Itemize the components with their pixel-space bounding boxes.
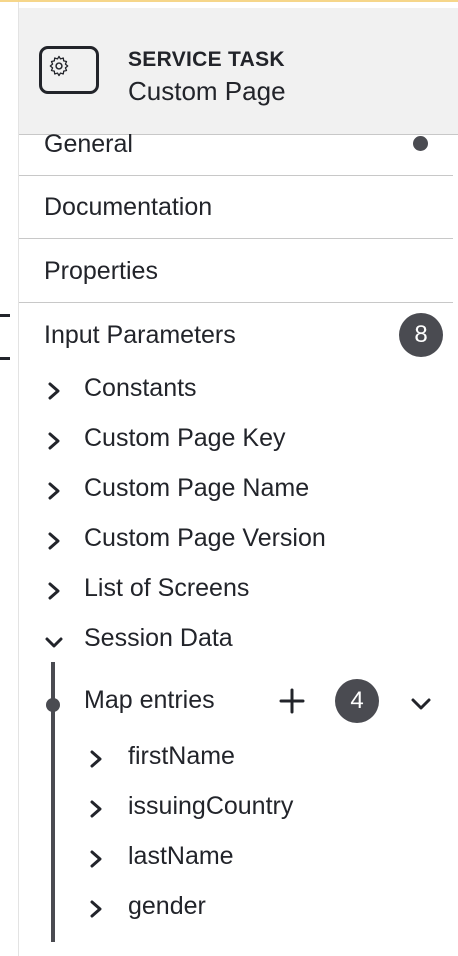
properties-panel: SERVICE TASK Custom Page General Documen…: [18, 2, 458, 956]
map-entry-gender[interactable]: gender: [86, 888, 446, 928]
map-entry-firstname[interactable]: firstName: [86, 738, 446, 778]
chevron-right-icon: [90, 850, 102, 868]
chevron-right-icon: [48, 532, 60, 550]
group-properties-label: Properties: [44, 257, 158, 285]
param-item-constants[interactable]: Constants: [44, 370, 444, 410]
map-entry-label: firstName: [128, 742, 235, 770]
chevron-right-icon: [48, 432, 60, 450]
input-parameters-count-badge: 8: [399, 313, 443, 357]
map-entries-count-badge: 4: [335, 679, 379, 723]
param-item-custom-page-key[interactable]: Custom Page Key: [44, 420, 444, 460]
gear-icon: [49, 55, 69, 77]
map-entry-label: gender: [128, 892, 206, 920]
canvas-element-edge: [0, 314, 10, 360]
tree-node-dot: [46, 698, 60, 712]
chevron-right-icon: [48, 382, 60, 400]
element-type-label: SERVICE TASK: [128, 48, 285, 71]
chevron-down-icon: [45, 637, 63, 648]
param-item-label: Custom Page Version: [84, 524, 326, 552]
param-item-label: Session Data: [84, 624, 233, 652]
group-documentation[interactable]: Documentation: [19, 175, 453, 239]
param-item-label: Custom Page Key: [84, 424, 286, 452]
group-documentation-label: Documentation: [44, 193, 213, 221]
param-item-label: Custom Page Name: [84, 474, 310, 502]
param-item-list-of-screens[interactable]: List of Screens: [44, 570, 444, 610]
param-item-custom-page-name[interactable]: Custom Page Name: [44, 470, 444, 510]
group-input-parameters-label: Input Parameters: [44, 321, 236, 349]
element-name: Custom Page: [128, 76, 286, 106]
map-entry-lastname[interactable]: lastName: [86, 838, 446, 878]
group-general-label: General: [44, 130, 133, 158]
add-map-entry-button[interactable]: [277, 686, 307, 716]
param-item-label: List of Screens: [84, 574, 250, 602]
group-general[interactable]: General: [19, 112, 453, 176]
chevron-right-icon: [90, 900, 102, 918]
group-general-status-dot: [413, 136, 428, 151]
param-item-label: Constants: [84, 374, 197, 402]
map-entry-label: issuingCountry: [128, 792, 294, 820]
map-entry-label: lastName: [128, 842, 234, 870]
chevron-right-icon: [90, 800, 102, 818]
param-item-custom-page-version[interactable]: Custom Page Version: [44, 520, 444, 560]
group-input-parameters[interactable]: Input Parameters 8: [19, 303, 453, 367]
chevron-down-icon[interactable]: [409, 692, 433, 716]
map-entries-label: Map entries: [84, 686, 215, 714]
chevron-right-icon: [90, 750, 102, 768]
chevron-right-icon: [48, 482, 60, 500]
chevron-right-icon: [48, 582, 60, 600]
group-properties[interactable]: Properties: [19, 239, 453, 303]
param-item-session-data[interactable]: Session Data: [44, 620, 444, 660]
map-entry-issuingcountry[interactable]: issuingCountry: [86, 788, 446, 828]
service-task-icon: [39, 46, 99, 94]
